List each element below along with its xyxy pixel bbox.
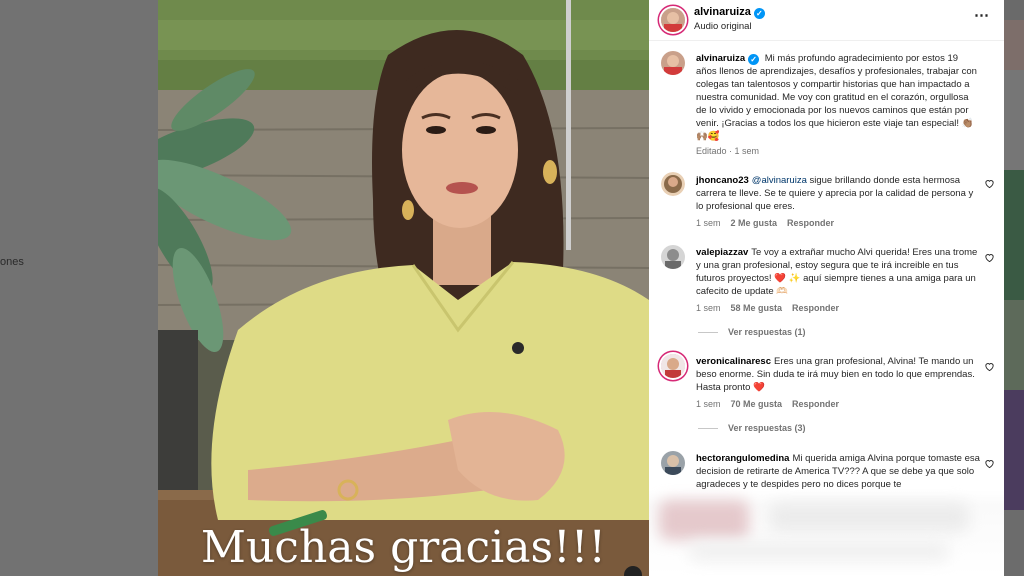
comment-time: 1 sem: [696, 218, 721, 228]
caption-avatar[interactable]: [661, 51, 685, 75]
reply-button[interactable]: Responder: [787, 218, 834, 228]
comment-text: jhoncano23 @alvinaruiza sigue brillando d…: [696, 174, 981, 213]
comment-likes[interactable]: 58 Me gusta: [731, 303, 783, 313]
audio-link[interactable]: Audio original: [694, 21, 752, 32]
caption-username[interactable]: alvinaruiza ✓: [696, 53, 760, 65]
comment-mention[interactable]: @alvinaruiza: [752, 175, 807, 186]
author-avatar[interactable]: [661, 8, 685, 32]
comment-meta: 1 sem 2 Me gusta Responder: [696, 218, 844, 228]
comment-avatar[interactable]: [661, 451, 685, 475]
replies-line-divider: [698, 332, 718, 334]
comment-avatar[interactable]: [661, 245, 685, 269]
caption-text: alvinaruiza ✓ Mi más profundo agradecimie…: [696, 52, 981, 143]
comment-item: valepiazzav Te voy a extrañar mucho Alvi …: [649, 243, 1004, 343]
comment-likes[interactable]: 70 Me gusta: [731, 399, 783, 409]
comment-text: hectorangulomedina Mi querida amiga Alvin…: [696, 452, 981, 491]
page-backdrop-right[interactable]: [1004, 0, 1024, 576]
comment-item: veronicalinaresc Eres una gran profesiona…: [649, 352, 1004, 442]
reply-button[interactable]: Responder: [792, 399, 839, 409]
blurred-overlay: [649, 490, 1004, 576]
page-backdrop-left[interactable]: ones: [0, 0, 158, 576]
caption-meta: Editado · 1 sem: [696, 146, 760, 156]
comment-username[interactable]: valepiazzav: [696, 247, 748, 258]
caption-body: Mi más profundo agradecimiento por estos…: [696, 53, 977, 142]
comment-username[interactable]: hectorangulomedina: [696, 453, 789, 464]
post-video[interactable]: Muchas gracias!!!: [158, 0, 649, 576]
like-heart-icon[interactable]: [984, 178, 995, 189]
like-heart-icon[interactable]: [984, 252, 995, 263]
post-caption: alvinaruiza ✓ Mi más profundo agradecimie…: [649, 49, 1004, 159]
comment-avatar-image: [661, 172, 685, 196]
more-options-button[interactable]: ⋯: [974, 6, 990, 24]
comment-username[interactable]: jhoncano23: [696, 175, 749, 186]
backdrop-partial-text: ones: [0, 256, 24, 268]
comment-avatar[interactable]: [661, 354, 685, 378]
post-header: alvinaruiza ✓ Audio original ⋯: [649, 0, 1004, 41]
comment-time: 1 sem: [696, 399, 721, 409]
comment-avatar-image: [661, 451, 685, 475]
comment-text: valepiazzav Te voy a extrañar mucho Alvi …: [696, 246, 981, 298]
comment-time: 1 sem: [696, 303, 721, 313]
video-frame-illustration: [158, 0, 649, 576]
verified-badge-icon: ✓: [748, 54, 760, 65]
comment-meta: 1 sem 70 Me gusta Responder: [696, 399, 849, 409]
view-replies-button[interactable]: Ver respuestas (1): [698, 327, 806, 337]
comment-item: hectorangulomedina Mi querida amiga Alvin…: [649, 449, 1004, 494]
comment-text: veronicalinaresc Eres una gran profesiona…: [696, 355, 981, 394]
verified-badge-icon: ✓: [753, 8, 765, 19]
view-replies-label: Ver respuestas (1): [728, 327, 806, 337]
reply-button[interactable]: Responder: [792, 303, 839, 313]
comment-avatar-image: [661, 245, 685, 269]
blurred-shape: [689, 540, 949, 562]
author-username[interactable]: alvinaruiza ✓: [694, 6, 765, 19]
replies-line-divider: [698, 428, 718, 430]
post-detail-panel: alvinaruiza ✓ Audio original ⋯ alvinaruiz…: [649, 0, 1004, 576]
author-avatar-image: [661, 8, 685, 32]
caption-avatar-image: [661, 51, 685, 75]
blurred-shape: [659, 500, 749, 540]
view-replies-button[interactable]: Ver respuestas (3): [698, 423, 806, 433]
comment-avatar[interactable]: [661, 172, 685, 196]
comment-likes[interactable]: 2 Me gusta: [731, 218, 778, 228]
like-heart-icon[interactable]: [984, 458, 995, 469]
comment-avatar-image: [661, 354, 685, 378]
view-replies-label: Ver respuestas (3): [728, 423, 806, 433]
comment-username[interactable]: veronicalinaresc: [696, 356, 771, 367]
comment-item: jhoncano23 @alvinaruiza sigue brillando d…: [649, 170, 1004, 240]
blurred-shape: [769, 502, 969, 532]
comment-meta: 1 sem 58 Me gusta Responder: [696, 303, 849, 313]
video-overlay-caption: Muchas gracias!!!: [200, 522, 607, 573]
like-heart-icon[interactable]: [984, 361, 995, 372]
